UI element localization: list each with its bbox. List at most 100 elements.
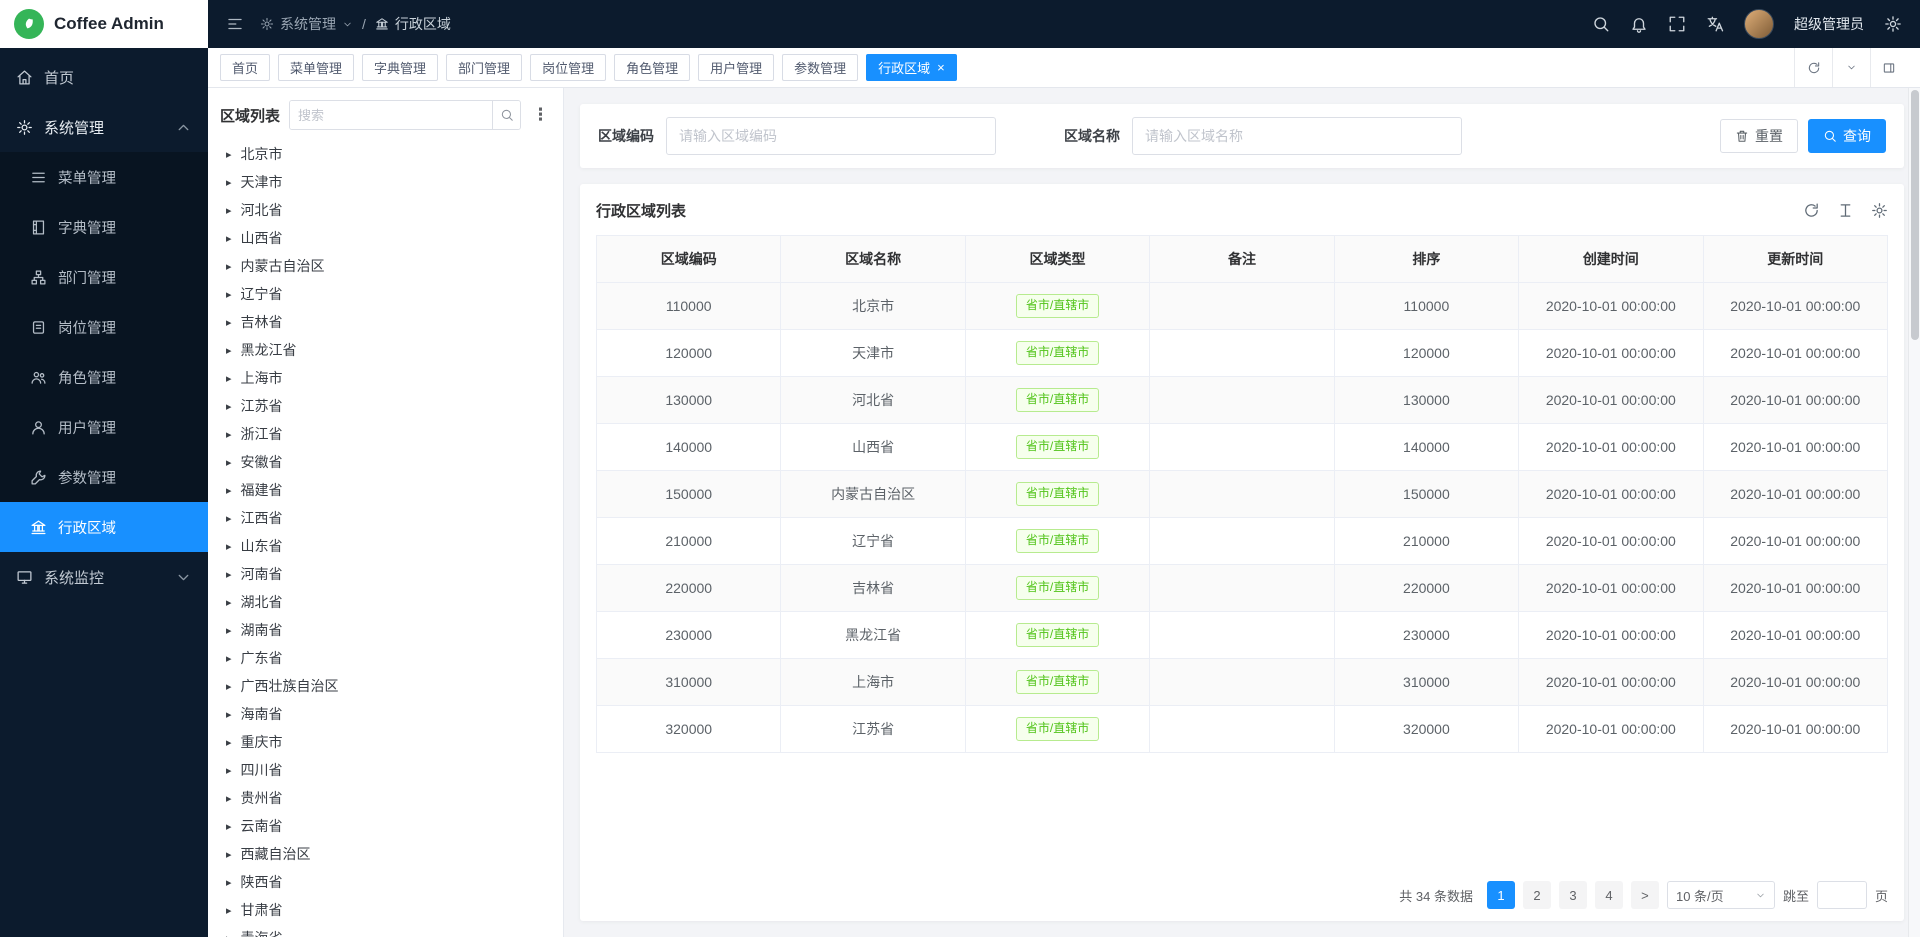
tree-item[interactable]: ▸ 河南省 bbox=[208, 560, 563, 588]
caret-right-icon[interactable]: ▸ bbox=[226, 288, 232, 301]
sidebar-item-system-management[interactable]: 系统管理 bbox=[0, 102, 208, 152]
tree-item[interactable]: ▸ 江苏省 bbox=[208, 392, 563, 420]
settings-gear-icon[interactable] bbox=[1884, 15, 1902, 33]
tab[interactable]: 菜单管理 × bbox=[278, 54, 354, 81]
query-button[interactable]: 查询 bbox=[1808, 119, 1886, 153]
sidebar-item-role-management[interactable]: 角色管理 bbox=[0, 352, 208, 402]
caret-right-icon[interactable]: ▸ bbox=[226, 932, 232, 937]
caret-right-icon[interactable]: ▸ bbox=[226, 792, 232, 805]
tree-item[interactable]: ▸ 河北省 bbox=[208, 196, 563, 224]
region-code-input[interactable] bbox=[666, 117, 996, 155]
region-name-input[interactable] bbox=[1132, 117, 1462, 155]
sidebar-item-menu-management[interactable]: 菜单管理 bbox=[0, 152, 208, 202]
table-row[interactable]: 220000 吉林省 省市/直辖市 220000 2020-10-01 00:0… bbox=[597, 565, 1888, 612]
tree-item[interactable]: ▸ 福建省 bbox=[208, 476, 563, 504]
tree-item[interactable]: ▸ 四川省 bbox=[208, 756, 563, 784]
caret-right-icon[interactable]: ▸ bbox=[226, 820, 232, 833]
window-scrollbar[interactable] bbox=[1908, 88, 1920, 937]
reset-button[interactable]: 重置 bbox=[1720, 119, 1798, 153]
tree-item[interactable]: ▸ 安徽省 bbox=[208, 448, 563, 476]
tab[interactable]: 行政区域 × bbox=[866, 54, 957, 81]
caret-right-icon[interactable]: ▸ bbox=[226, 260, 232, 273]
search-icon[interactable] bbox=[1592, 15, 1610, 33]
row-height-icon[interactable] bbox=[1837, 202, 1854, 219]
tree-item[interactable]: ▸ 广东省 bbox=[208, 644, 563, 672]
sidebar-item-user-management[interactable]: 用户管理 bbox=[0, 402, 208, 452]
sidebar-item-post-management[interactable]: 岗位管理 bbox=[0, 302, 208, 352]
fullscreen-icon[interactable] bbox=[1668, 15, 1686, 33]
user-name[interactable]: 超级管理员 bbox=[1794, 14, 1864, 34]
page-button[interactable]: 2 bbox=[1523, 881, 1551, 909]
sidebar-item-region-management[interactable]: 行政区域 bbox=[0, 502, 208, 552]
tab[interactable]: 角色管理 × bbox=[614, 54, 690, 81]
tree-item[interactable]: ▸ 云南省 bbox=[208, 812, 563, 840]
translate-icon[interactable] bbox=[1706, 15, 1724, 33]
jump-page-input[interactable] bbox=[1817, 881, 1867, 909]
caret-right-icon[interactable]: ▸ bbox=[226, 624, 232, 637]
tree-item[interactable]: ▸ 吉林省 bbox=[208, 308, 563, 336]
tree-item[interactable]: ▸ 上海市 bbox=[208, 364, 563, 392]
table-row[interactable]: 120000 天津市 省市/直辖市 120000 2020-10-01 00:0… bbox=[597, 330, 1888, 377]
tree-item[interactable]: ▸ 内蒙古自治区 bbox=[208, 252, 563, 280]
refresh-tabs-button[interactable] bbox=[1794, 48, 1832, 87]
caret-right-icon[interactable]: ▸ bbox=[226, 372, 232, 385]
tab[interactable]: 字典管理 × bbox=[362, 54, 438, 81]
tree-item[interactable]: ▸ 重庆市 bbox=[208, 728, 563, 756]
caret-right-icon[interactable]: ▸ bbox=[226, 400, 232, 413]
table-row[interactable]: 210000 辽宁省 省市/直辖市 210000 2020-10-01 00:0… bbox=[597, 518, 1888, 565]
sidebar-item-param-management[interactable]: 参数管理 bbox=[0, 452, 208, 502]
tree-item[interactable]: ▸ 山东省 bbox=[208, 532, 563, 560]
tree-item[interactable]: ▸ 浙江省 bbox=[208, 420, 563, 448]
tree-item[interactable]: ▸ 海南省 bbox=[208, 700, 563, 728]
table-row[interactable]: 310000 上海市 省市/直辖市 310000 2020-10-01 00:0… bbox=[597, 659, 1888, 706]
caret-right-icon[interactable]: ▸ bbox=[226, 540, 232, 553]
tree-item[interactable]: ▸ 贵州省 bbox=[208, 784, 563, 812]
panel-toggle-button[interactable] bbox=[1870, 48, 1906, 87]
caret-right-icon[interactable]: ▸ bbox=[226, 568, 232, 581]
tree-item[interactable]: ▸ 辽宁省 bbox=[208, 280, 563, 308]
tab[interactable]: 首页 × bbox=[220, 54, 270, 81]
caret-right-icon[interactable]: ▸ bbox=[226, 204, 232, 217]
tree-item[interactable]: ▸ 黑龙江省 bbox=[208, 336, 563, 364]
tab[interactable]: 用户管理 × bbox=[698, 54, 774, 81]
next-page-button[interactable]: > bbox=[1631, 881, 1659, 909]
collapse-sidebar-button[interactable] bbox=[226, 15, 244, 33]
caret-right-icon[interactable]: ▸ bbox=[226, 428, 232, 441]
table-row[interactable]: 230000 黑龙江省 省市/直辖市 230000 2020-10-01 00:… bbox=[597, 612, 1888, 659]
column-settings-gear-icon[interactable] bbox=[1871, 202, 1888, 219]
caret-right-icon[interactable]: ▸ bbox=[226, 652, 232, 665]
caret-right-icon[interactable]: ▸ bbox=[226, 904, 232, 917]
tree-item[interactable]: ▸ 甘肃省 bbox=[208, 896, 563, 924]
caret-right-icon[interactable]: ▸ bbox=[226, 484, 232, 497]
table-row[interactable]: 110000 北京市 省市/直辖市 110000 2020-10-01 00:0… bbox=[597, 283, 1888, 330]
tree-item[interactable]: ▸ 北京市 bbox=[208, 140, 563, 168]
tree-item[interactable]: ▸ 江西省 bbox=[208, 504, 563, 532]
tab[interactable]: 参数管理 × bbox=[782, 54, 858, 81]
tree-item[interactable]: ▸ 湖南省 bbox=[208, 616, 563, 644]
app-logo[interactable]: Coffee Admin bbox=[0, 0, 208, 48]
caret-right-icon[interactable]: ▸ bbox=[226, 148, 232, 161]
table-row[interactable]: 130000 河北省 省市/直辖市 130000 2020-10-01 00:0… bbox=[597, 377, 1888, 424]
tree-item[interactable]: ▸ 湖北省 bbox=[208, 588, 563, 616]
tree-item[interactable]: ▸ 青海省 bbox=[208, 924, 563, 937]
scrollbar-thumb[interactable] bbox=[1911, 90, 1919, 340]
tree-search-button[interactable] bbox=[492, 101, 520, 129]
caret-right-icon[interactable]: ▸ bbox=[226, 456, 232, 469]
caret-right-icon[interactable]: ▸ bbox=[226, 176, 232, 189]
caret-right-icon[interactable]: ▸ bbox=[226, 344, 232, 357]
tree-item[interactable]: ▸ 陕西省 bbox=[208, 868, 563, 896]
tabs-menu-button[interactable] bbox=[1832, 48, 1870, 87]
caret-right-icon[interactable]: ▸ bbox=[226, 848, 232, 861]
tree-menu-button[interactable]: ⋮ bbox=[530, 105, 551, 125]
sidebar-item-dict-management[interactable]: 字典管理 bbox=[0, 202, 208, 252]
caret-right-icon[interactable]: ▸ bbox=[226, 316, 232, 329]
caret-right-icon[interactable]: ▸ bbox=[226, 232, 232, 245]
page-size-select[interactable]: 10 条/页 bbox=[1667, 881, 1775, 909]
bell-icon[interactable] bbox=[1630, 15, 1648, 33]
tab[interactable]: 岗位管理 × bbox=[530, 54, 606, 81]
caret-right-icon[interactable]: ▸ bbox=[226, 708, 232, 721]
caret-right-icon[interactable]: ▸ bbox=[226, 764, 232, 777]
tree-item[interactable]: ▸ 广西壮族自治区 bbox=[208, 672, 563, 700]
page-button[interactable]: 3 bbox=[1559, 881, 1587, 909]
caret-right-icon[interactable]: ▸ bbox=[226, 512, 232, 525]
